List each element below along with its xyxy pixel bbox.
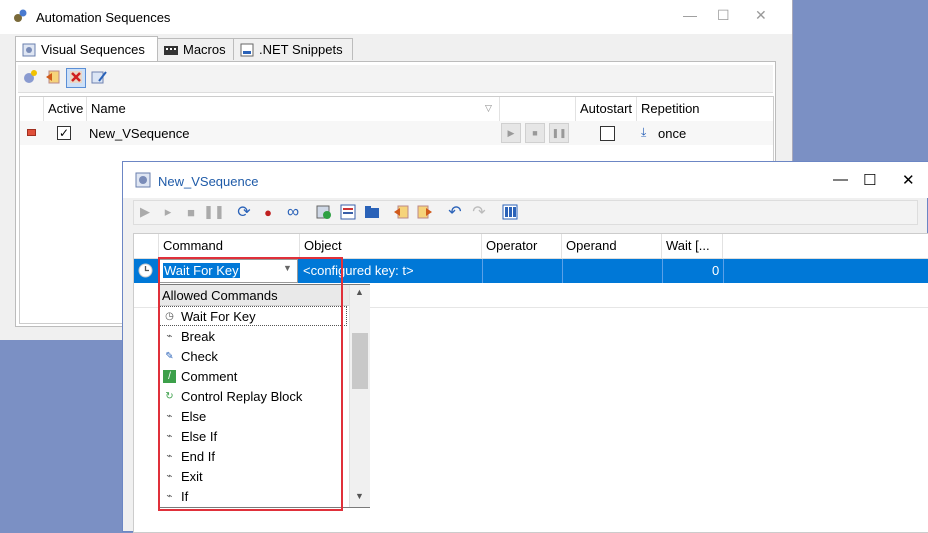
column-header-controls [500, 97, 576, 121]
cell-divider [723, 259, 724, 283]
record-icon[interactable]: ● [258, 202, 278, 222]
tab-label: Macros [183, 42, 226, 57]
wait-value[interactable]: 0 [712, 263, 719, 278]
redo-icon[interactable]: ↷ [469, 202, 489, 222]
new-sequence-button[interactable] [20, 68, 40, 88]
column-header-active[interactable]: Active [44, 97, 87, 121]
title-bar: New_VSequence — ☐ ✕ [123, 162, 928, 198]
column-header-command[interactable]: Command [159, 234, 300, 258]
highlight-annotation-box [158, 257, 343, 511]
table-row[interactable]: ✓ New_VSequence ▶ ■ ❚❚ ⤓ once [20, 121, 773, 145]
column-header-label: Name [91, 101, 126, 116]
infinite-icon[interactable]: ∞ [283, 202, 303, 222]
import-icon [45, 69, 61, 88]
close-button[interactable]: ✕ [902, 171, 915, 189]
cell-divider [662, 259, 663, 283]
window-title: New_VSequence [158, 174, 259, 189]
maximize-button[interactable]: ☐ [863, 171, 876, 189]
properties-icon[interactable] [338, 202, 358, 222]
delete-icon [68, 69, 84, 88]
tab-net-snippets[interactable]: .NET Snippets [233, 38, 353, 60]
repetition-value[interactable]: once [658, 126, 686, 141]
play-icon[interactable]: ▶ [135, 202, 155, 222]
column-header-repetition[interactable]: Repetition [637, 97, 773, 121]
scroll-up-icon[interactable]: ▲ [355, 287, 364, 297]
stop-button[interactable]: ■ [525, 123, 545, 143]
window-title: Automation Sequences [36, 10, 171, 25]
column-header-wait[interactable]: Wait [... [662, 234, 723, 258]
export-icon[interactable] [415, 202, 435, 222]
sequence-editor-window: New_VSequence — ☐ ✕ ▶ ▸ ■ ❚❚ ⟳ ● ∞ ↶ ↷ C… [122, 161, 928, 533]
app-icon [12, 8, 28, 24]
grid-header: Command Object Operator Operand Wait [..… [134, 234, 928, 259]
grid-header: Active Name ▽ Autostart Repetition [20, 97, 773, 122]
row-indicator-header [134, 234, 159, 258]
gear-icon [22, 43, 36, 57]
stop-icon[interactable]: ■ [181, 202, 201, 222]
active-checkbox[interactable]: ✓ [57, 126, 71, 140]
sequence-name[interactable]: New_VSequence [89, 126, 189, 141]
pause-button[interactable]: ❚❚ [549, 123, 569, 143]
autostart-checkbox[interactable] [600, 126, 615, 141]
close-button[interactable]: ✕ [755, 7, 767, 24]
step-icon[interactable]: ▸ [158, 202, 178, 222]
row-indicator-header [20, 97, 44, 121]
import-icon[interactable] [391, 202, 411, 222]
net-icon [240, 43, 254, 57]
sequences-toolbar [18, 65, 773, 93]
pause-icon[interactable]: ❚❚ [203, 202, 225, 222]
title-bar: Automation Sequences — ☐ ✕ [0, 0, 792, 34]
row-status-icon [27, 129, 36, 136]
cell-divider [482, 259, 483, 283]
open-icon[interactable] [362, 202, 382, 222]
clock-icon [138, 263, 153, 278]
column-header-object[interactable]: Object [300, 234, 482, 258]
minimize-button[interactable]: — [683, 7, 697, 23]
cell-divider [562, 259, 563, 283]
layout-icon[interactable] [500, 202, 520, 222]
loop-icon[interactable]: ⟳ [234, 202, 254, 222]
repeat-once-icon: ⤓ [641, 125, 647, 139]
tab-label: .NET Snippets [259, 42, 343, 57]
maximize-button[interactable]: ☐ [717, 7, 730, 24]
undo-icon[interactable]: ↶ [445, 202, 465, 222]
column-header-autostart[interactable]: Autostart [576, 97, 637, 121]
column-header-operand[interactable]: Operand [562, 234, 662, 258]
tab-macros[interactable]: Macros [157, 38, 234, 60]
edit-icon [91, 69, 107, 88]
tab-label: Visual Sequences [41, 42, 145, 57]
new-sequence-icon [22, 69, 38, 88]
column-header-operator[interactable]: Operator [482, 234, 562, 258]
scroll-down-icon[interactable]: ▼ [355, 491, 364, 501]
dropdown-scrollbar[interactable]: ▲ ▼ [349, 285, 370, 507]
scrollbar-thumb[interactable] [352, 333, 368, 389]
validate-icon[interactable] [314, 202, 334, 222]
delete-button[interactable] [66, 68, 86, 88]
filter-icon[interactable]: ▽ [485, 96, 492, 120]
keyboard-icon [164, 43, 178, 57]
tab-visual-sequences[interactable]: Visual Sequences [15, 36, 158, 62]
edit-button[interactable] [89, 68, 109, 88]
play-button[interactable]: ▶ [501, 123, 521, 143]
import-button[interactable] [43, 68, 63, 88]
sequence-icon [135, 172, 151, 188]
column-header-name[interactable]: Name ▽ [87, 97, 500, 121]
minimize-button[interactable]: — [833, 171, 848, 188]
